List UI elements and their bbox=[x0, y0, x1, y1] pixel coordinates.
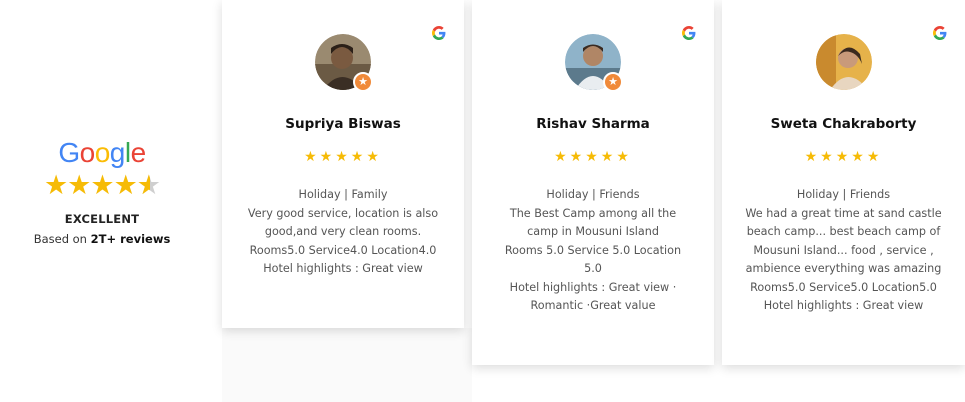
review-text-line: good,and very clean rooms. bbox=[264, 225, 422, 238]
review-text-line: Romantic ·Great value bbox=[530, 299, 656, 312]
review-text-line: 5.0 bbox=[584, 262, 602, 275]
review-text-line: We had a great time at sand castle bbox=[745, 206, 942, 220]
review-stars: ★★★★★ bbox=[804, 149, 883, 165]
google-logo-letter: G bbox=[58, 137, 80, 168]
review-text-line: Rooms 5.0 Service 5.0 Location bbox=[504, 243, 682, 257]
google-logo-letter: o bbox=[79, 137, 96, 168]
reviewer-name[interactable]: Supriya Biswas bbox=[222, 116, 464, 132]
review-text-line: Hotel highlights : Great view bbox=[763, 299, 924, 312]
google-g-icon bbox=[432, 26, 446, 40]
review-count: Based on 2T+ reviews bbox=[22, 232, 182, 246]
review-text-line: Hotel highlights : Great view bbox=[263, 262, 423, 275]
review-card[interactable]: ★ Rishav Sharma ★★★★★ Holiday | Friends … bbox=[472, 0, 714, 365]
review-text-line: Rooms5.0 Service4.0 Location4.0 bbox=[249, 243, 437, 257]
review-text-line: Rooms5.0 Service5.0 Location5.0 bbox=[750, 280, 937, 294]
reviewer-name[interactable]: Sweta Chakraborty bbox=[722, 116, 965, 132]
reviewer-avatar[interactable] bbox=[815, 34, 872, 90]
reviewer-avatar[interactable]: ★ bbox=[565, 34, 623, 92]
review-text-line: Holiday | Friends bbox=[796, 188, 891, 201]
google-logo: Google bbox=[22, 138, 182, 168]
review-stars: ★★★★★ bbox=[304, 149, 382, 165]
google-g-icon bbox=[682, 26, 696, 40]
local-guide-badge-icon: ★ bbox=[603, 72, 623, 92]
review-count-prefix: Based on bbox=[33, 232, 91, 246]
rating-summary: Google ★★★★★ EXCELLENT Based on 2T+ revi… bbox=[22, 138, 182, 247]
avatar-image bbox=[815, 34, 872, 90]
review-text-line: Holiday | Friends bbox=[546, 188, 640, 201]
overall-rating-stars: ★★★★★ bbox=[22, 172, 182, 201]
google-logo-letter: e bbox=[130, 137, 147, 168]
review-card[interactable]: Sweta Chakraborty ★★★★★ Holiday | Friend… bbox=[722, 0, 965, 365]
review-text: Holiday | Friends The Best Camp among al… bbox=[486, 186, 700, 316]
review-text-line: camp in Mousuni Island bbox=[527, 225, 659, 238]
review-text: Holiday | Family Very good service, loca… bbox=[236, 186, 450, 279]
review-card[interactable]: ★ Supriya Biswas ★★★★★ Holiday | Family … bbox=[222, 0, 464, 328]
review-text-line: Very good service, location is also bbox=[247, 206, 439, 220]
review-text-line: Mousuni Island... food , service , bbox=[753, 243, 934, 257]
local-guide-badge-icon: ★ bbox=[353, 72, 373, 92]
review-count-value: 2T+ reviews bbox=[90, 232, 171, 246]
google-logo-letter: o bbox=[94, 137, 111, 168]
review-text-line: The Best Camp among all the bbox=[509, 206, 677, 220]
review-text-line: Holiday | Family bbox=[298, 188, 388, 201]
review-text-line: beach camp... best beach camp of bbox=[746, 225, 941, 238]
half-star-icon: ★ bbox=[137, 172, 161, 201]
review-text: Holiday | Friends We had a great time at… bbox=[736, 186, 951, 316]
background-strip bbox=[222, 328, 472, 402]
reviewer-name[interactable]: Rishav Sharma bbox=[472, 116, 714, 132]
review-stars: ★★★★★ bbox=[554, 149, 632, 165]
reviewer-avatar[interactable]: ★ bbox=[315, 34, 373, 92]
review-text-line: ambience everything was amazing bbox=[745, 262, 942, 275]
google-logo-letter: g bbox=[109, 137, 126, 168]
review-text-line: Hotel highlights : Great view · bbox=[509, 280, 677, 294]
google-g-icon bbox=[933, 26, 947, 40]
rating-label: EXCELLENT bbox=[64, 212, 140, 226]
